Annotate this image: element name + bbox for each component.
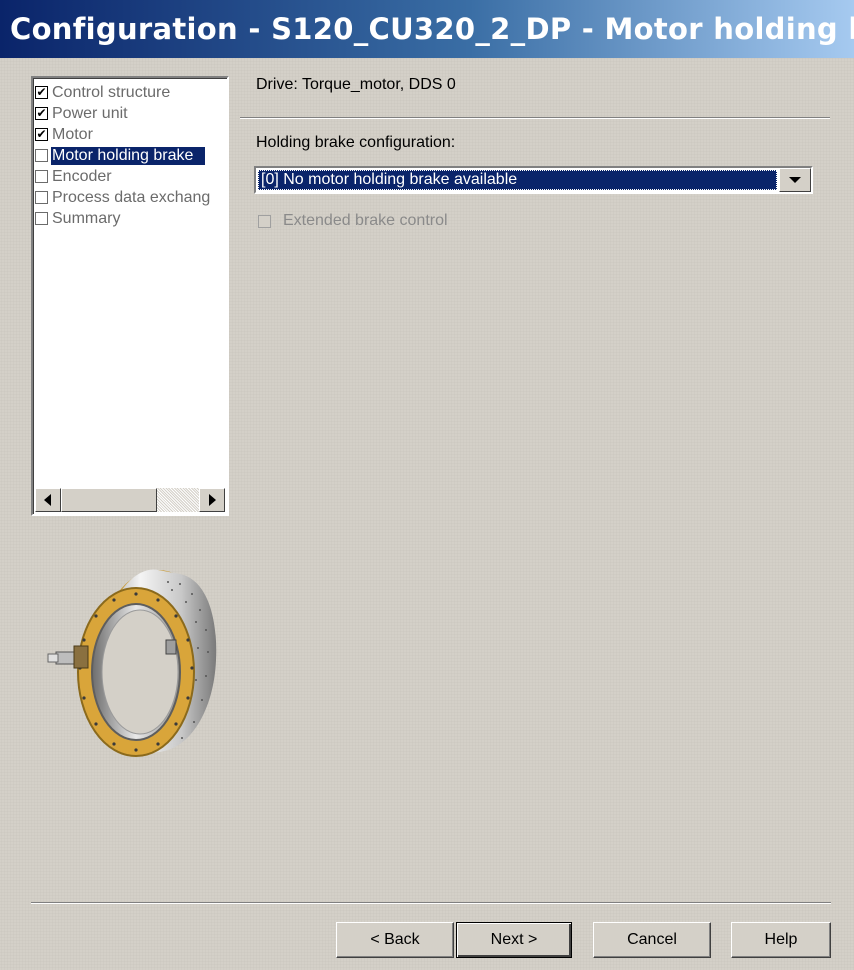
scrollbar-track[interactable] bbox=[157, 488, 199, 512]
drive-label: Drive: Torque_motor, DDS 0 bbox=[256, 76, 456, 93]
step-motor[interactable]: ✔ Motor bbox=[35, 124, 227, 145]
next-button[interactable]: Next > bbox=[456, 922, 572, 958]
step-label: Control structure bbox=[52, 83, 171, 101]
step-motor-holding-brake[interactable]: Motor holding brake bbox=[35, 145, 227, 166]
step-list: ✔ Control structure ✔ Power unit ✔ Motor… bbox=[35, 82, 227, 229]
arrow-left-icon[interactable] bbox=[35, 488, 61, 512]
check-icon: ✔ bbox=[35, 127, 48, 141]
back-button[interactable]: < Back bbox=[336, 922, 454, 958]
scrollbar-thumb[interactable] bbox=[61, 488, 157, 512]
divider bbox=[31, 902, 831, 904]
step-process-data-exchange[interactable]: Process data exchang bbox=[35, 187, 227, 208]
holding-brake-config-dropdown[interactable]: [0] No motor holding brake available bbox=[254, 166, 813, 194]
step-label: Process data exchang bbox=[52, 188, 211, 206]
step-label: Power unit bbox=[52, 104, 128, 122]
arrow-right-icon[interactable] bbox=[199, 488, 225, 512]
checkbox-disabled-icon bbox=[258, 214, 271, 228]
cancel-button[interactable]: Cancel bbox=[593, 922, 711, 958]
divider bbox=[240, 117, 830, 119]
check-icon: ✔ bbox=[35, 106, 48, 120]
window-title: Configuration - S120_CU320_2_DP - Motor … bbox=[0, 0, 854, 58]
step-label: Motor bbox=[52, 125, 93, 143]
checkbox-empty-icon bbox=[35, 212, 48, 225]
step-list-panel: ✔ Control structure ✔ Power unit ✔ Motor… bbox=[31, 76, 229, 516]
chevron-down-icon[interactable] bbox=[779, 168, 811, 192]
help-button[interactable]: Help bbox=[731, 922, 831, 958]
step-control-structure[interactable]: ✔ Control structure bbox=[35, 82, 227, 103]
checkbox-empty-icon bbox=[35, 149, 48, 162]
holding-brake-config-value[interactable]: [0] No motor holding brake available bbox=[258, 170, 777, 190]
step-encoder[interactable]: Encoder bbox=[35, 166, 227, 187]
extended-brake-control-checkbox[interactable]: Extended brake control bbox=[258, 212, 448, 230]
holding-brake-config-label: Holding brake configuration: bbox=[256, 134, 456, 151]
horizontal-scrollbar[interactable] bbox=[35, 488, 225, 512]
checkbox-empty-icon bbox=[35, 191, 48, 204]
step-summary[interactable]: Summary bbox=[35, 208, 227, 229]
step-label: Summary bbox=[52, 209, 121, 227]
step-label: Encoder bbox=[52, 167, 112, 185]
check-icon: ✔ bbox=[35, 85, 48, 99]
configuration-dialog: Configuration - S120_CU320_2_DP - Motor … bbox=[0, 0, 854, 970]
step-label: Motor holding brake bbox=[51, 146, 206, 165]
torque-motor-image bbox=[47, 569, 217, 757]
extended-brake-control-label: Extended brake control bbox=[283, 212, 448, 229]
checkbox-empty-icon bbox=[35, 170, 48, 183]
step-power-unit[interactable]: ✔ Power unit bbox=[35, 103, 227, 124]
